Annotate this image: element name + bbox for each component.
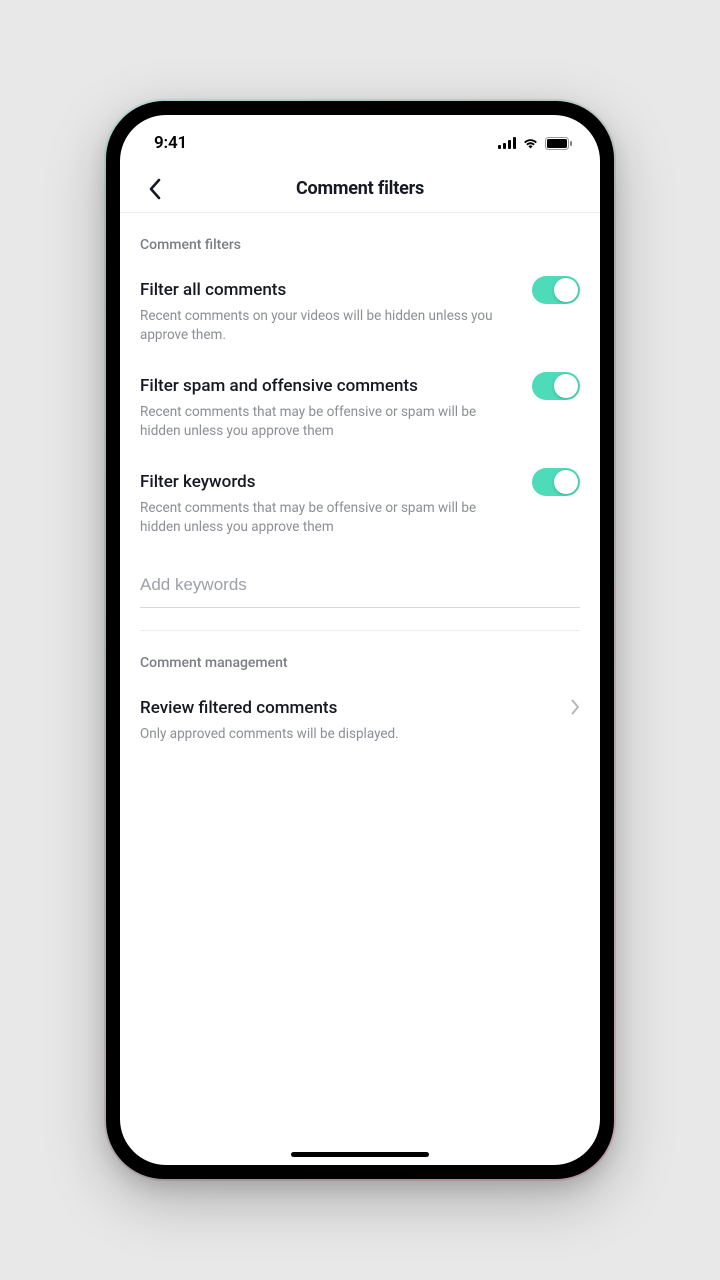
toggle-filter-keywords[interactable] xyxy=(532,468,580,496)
chevron-right-icon xyxy=(571,699,580,715)
setting-title: Filter all comments xyxy=(140,279,516,301)
back-button[interactable] xyxy=(134,169,174,209)
cellular-signal-icon xyxy=(498,137,516,149)
setting-title: Filter spam and offensive comments xyxy=(140,375,516,397)
section-header-management: Comment management xyxy=(120,631,600,685)
wifi-icon xyxy=(522,137,539,149)
section-header-filters: Comment filters xyxy=(120,213,600,267)
phone-frame: 9:41 xyxy=(106,101,614,1179)
nav-row-desc: Only approved comments will be displayed… xyxy=(140,725,555,744)
setting-filter-all: Filter all comments Recent comments on y… xyxy=(120,267,600,363)
nav-review-filtered[interactable]: Review filtered comments Only approved c… xyxy=(120,685,600,762)
setting-desc: Recent comments that may be offensive or… xyxy=(140,499,516,537)
setting-filter-keywords: Filter keywords Recent comments that may… xyxy=(120,459,600,555)
screen: 9:41 xyxy=(120,115,600,1165)
toggle-filter-all[interactable] xyxy=(532,276,580,304)
setting-desc: Recent comments that may be offensive or… xyxy=(140,403,516,441)
setting-desc: Recent comments on your videos will be h… xyxy=(140,307,516,345)
toggle-knob xyxy=(554,278,578,302)
page-title: Comment filters xyxy=(120,178,600,199)
keyword-input[interactable] xyxy=(140,569,580,608)
toggle-knob xyxy=(554,374,578,398)
page-header: Comment filters xyxy=(120,165,600,213)
battery-icon xyxy=(545,137,572,150)
status-icons xyxy=(498,137,572,150)
toggle-knob xyxy=(554,470,578,494)
toggle-filter-spam[interactable] xyxy=(532,372,580,400)
home-indicator xyxy=(291,1152,429,1157)
chevron-left-icon xyxy=(148,178,161,200)
status-bar: 9:41 xyxy=(120,121,600,165)
nav-row-title: Review filtered comments xyxy=(140,697,555,719)
status-time: 9:41 xyxy=(154,133,187,153)
setting-filter-spam: Filter spam and offensive comments Recen… xyxy=(120,363,600,459)
setting-title: Filter keywords xyxy=(140,471,516,493)
keyword-input-wrap xyxy=(120,555,600,614)
content: Comment filters Filter all comments Rece… xyxy=(120,213,600,1165)
